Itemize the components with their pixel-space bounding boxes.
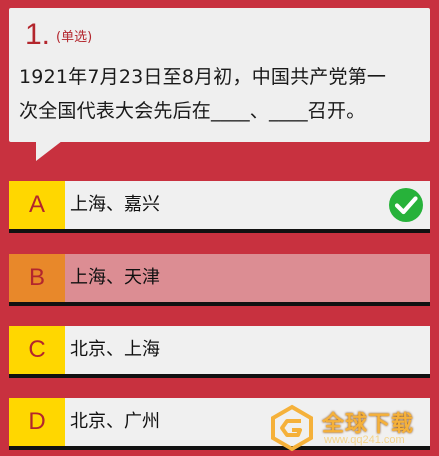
option-a[interactable]: A 上海、嘉兴 [9, 181, 430, 233]
question-text-line: 1921年7月23日至8月初，中国共产党第一 [19, 66, 387, 88]
question-card: 1. (单选) 1921年7月23日至8月初，中国共产党第一 次全国代表大会先后… [9, 8, 430, 142]
option-letter: D [9, 398, 65, 446]
option-text: 北京、上海 [70, 339, 160, 360]
option-c[interactable]: C 北京、上海 [9, 326, 430, 378]
check-circle-icon [389, 188, 423, 222]
watermark-logo-icon [271, 404, 313, 452]
option-letter: B [9, 254, 65, 302]
watermark-url: www.qq241.com [324, 434, 405, 446]
question-text-line: 次全国代表大会先后在____、____召开。 [19, 100, 366, 122]
question-number: 1. [25, 18, 51, 51]
option-text: 上海、嘉兴 [70, 194, 160, 215]
option-letter: C [9, 326, 65, 374]
option-text: 北京、广州 [70, 411, 160, 432]
question-text: 1921年7月23日至8月初，中国共产党第一 次全国代表大会先后在____、__… [19, 60, 424, 128]
question-type-label: (单选) [56, 30, 93, 45]
option-letter: A [9, 181, 65, 229]
speech-bubble-tail [36, 141, 62, 161]
option-b[interactable]: B 上海、天津 [9, 254, 430, 306]
option-text: 上海、天津 [70, 267, 160, 288]
watermark: 全球下载 www.qq241.com [268, 404, 436, 452]
